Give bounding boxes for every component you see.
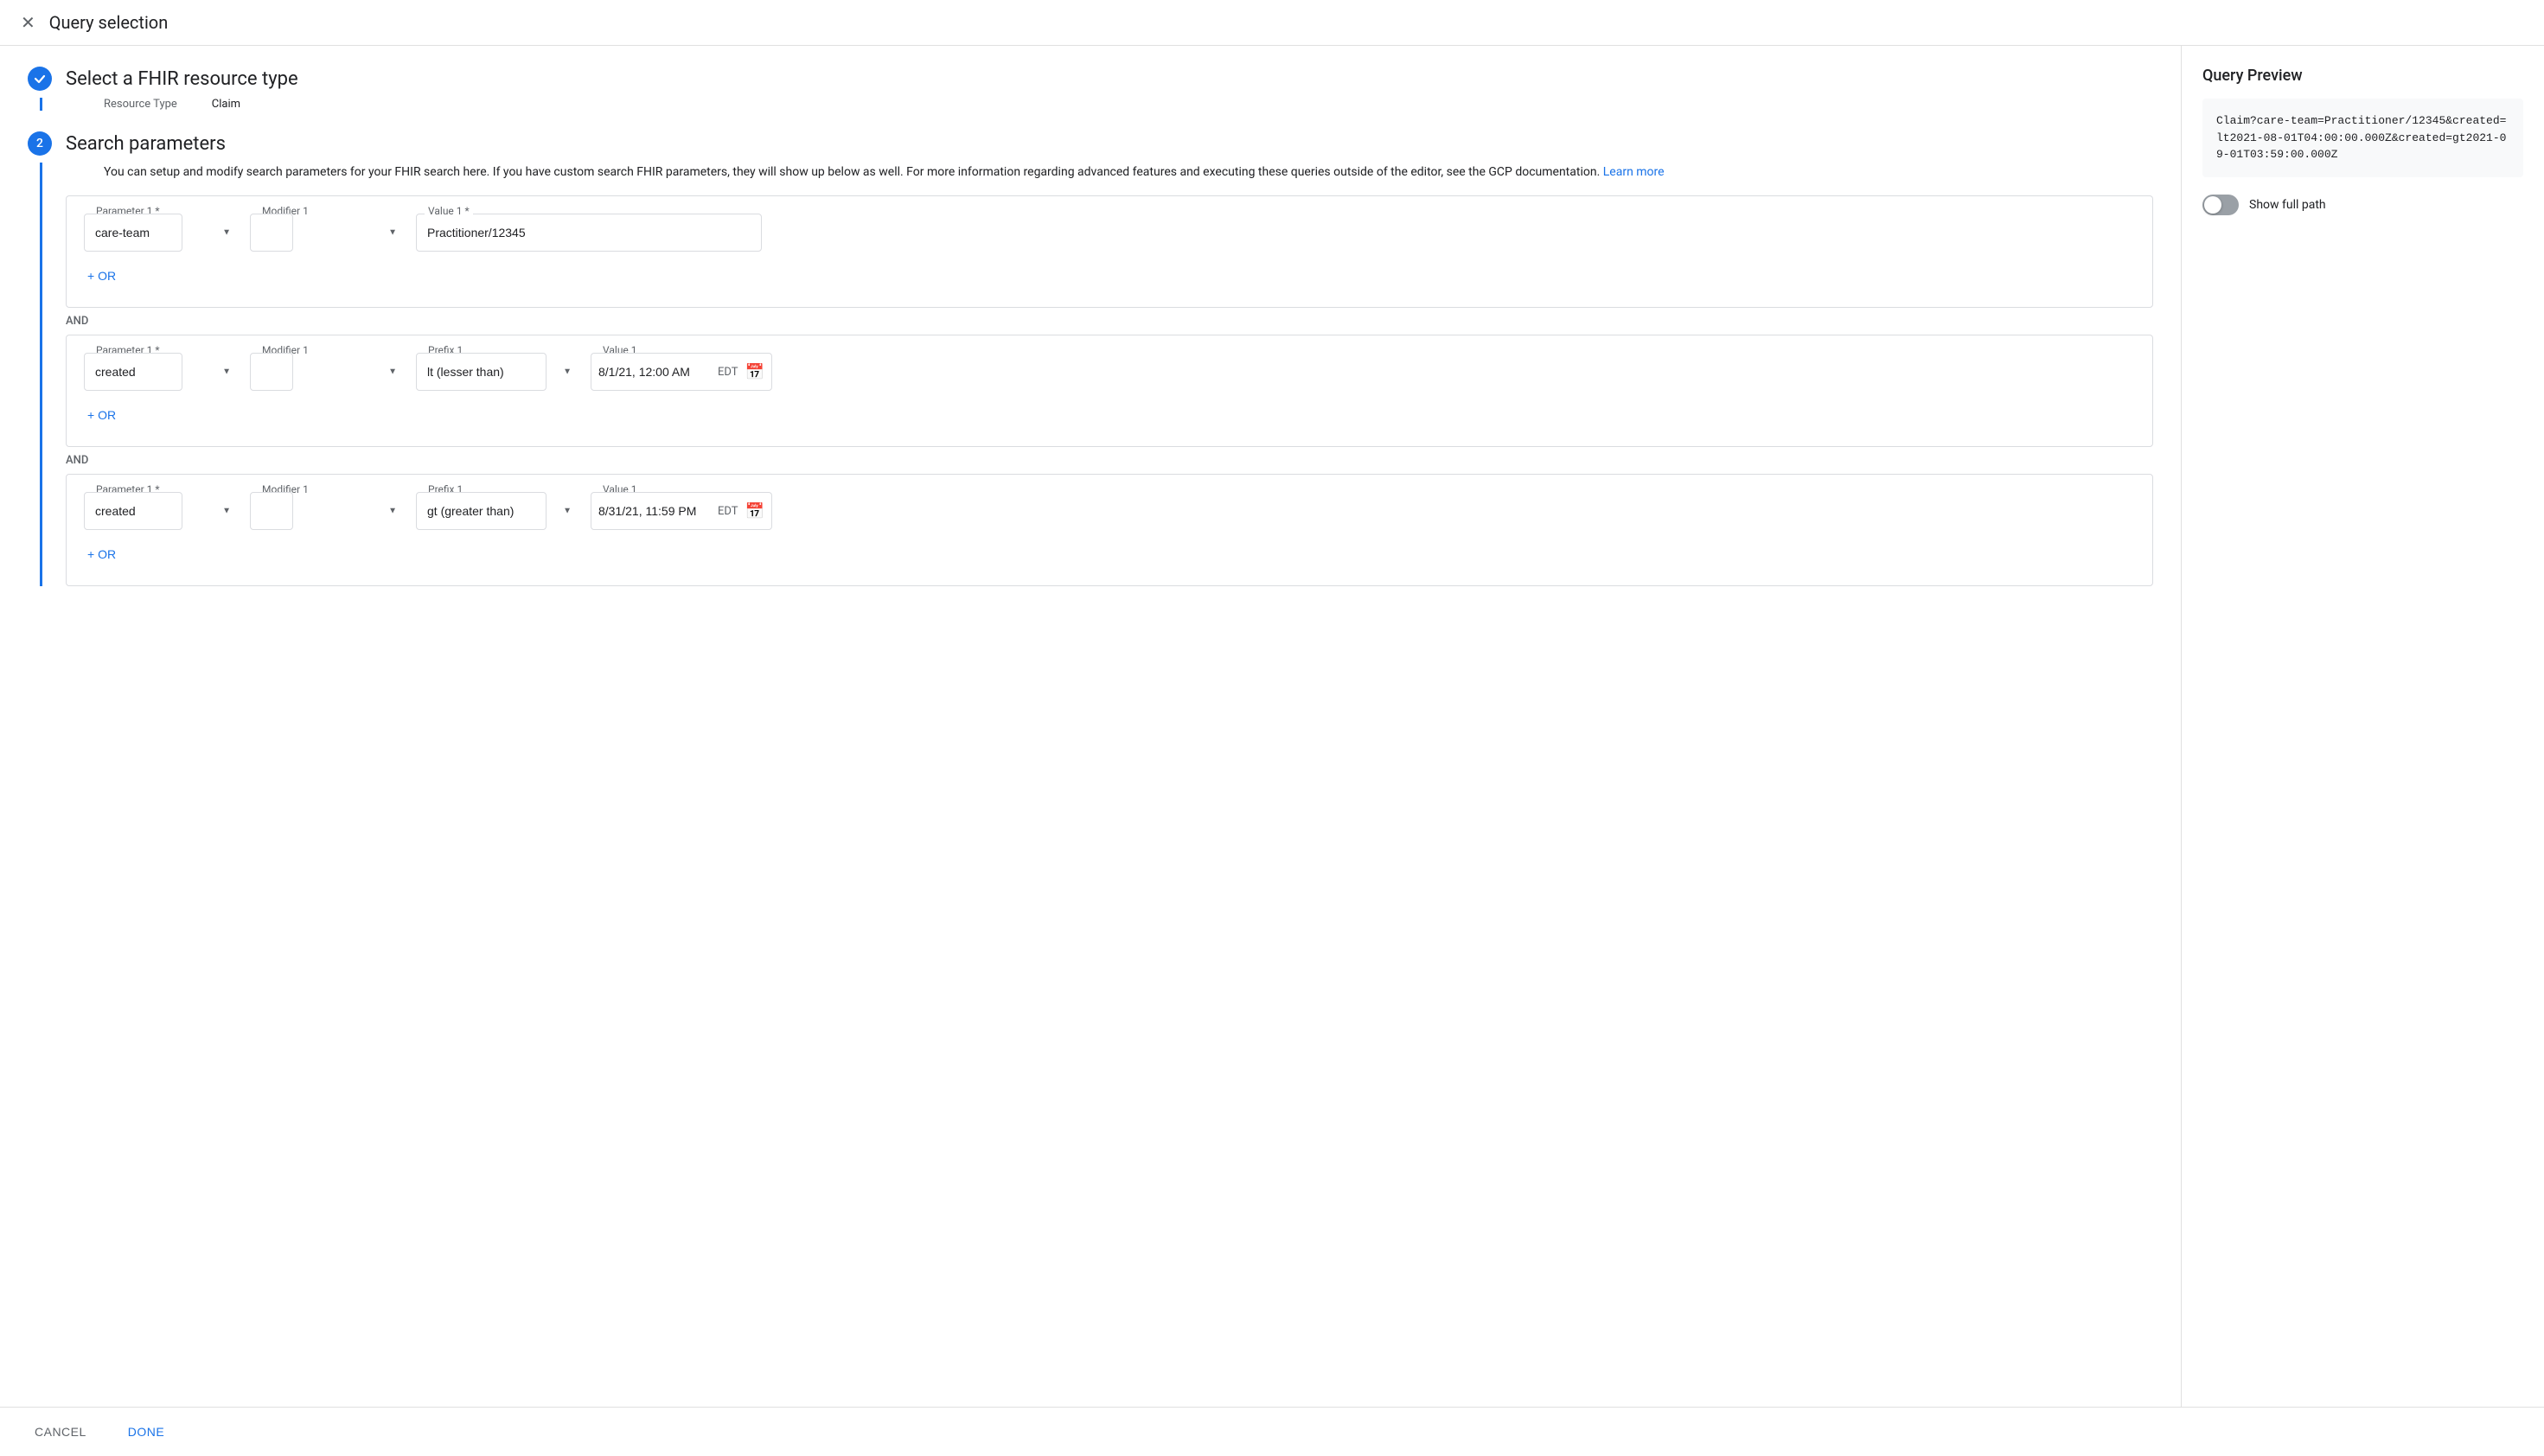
modifier-select-1[interactable]: [250, 214, 293, 252]
or-button-1-label: + OR: [87, 269, 116, 283]
resource-type-label: Resource Type: [104, 98, 177, 111]
left-panel: Select a FHIR resource type Resource Typ…: [0, 46, 2181, 1407]
or-button-2-label: + OR: [87, 408, 116, 422]
cancel-button[interactable]: CANCEL: [21, 1418, 100, 1446]
section-1-content: Resource Type Claim: [40, 98, 2153, 111]
query-preview-title: Query Preview: [2202, 67, 2523, 85]
modifier-field-1: Modifier 1: [250, 214, 406, 252]
section-2-title: Search parameters: [66, 133, 226, 155]
parameter-select-wrapper-3: care-team created: [84, 492, 240, 530]
parameter-select-wrapper-1: care-team created: [84, 214, 240, 252]
parameter-group-2: Parameter 1 * care-team created Modifier…: [66, 335, 2153, 447]
modifier-select-wrapper-2: [250, 353, 406, 391]
prefix-select-2[interactable]: lt (lesser than) gt (greater than): [416, 353, 547, 391]
learn-more-link[interactable]: Learn more: [1603, 165, 1665, 179]
done-button[interactable]: DONE: [114, 1418, 178, 1446]
value-date-field-2: Value 1 EDT 📅: [591, 353, 772, 391]
or-button-3[interactable]: + OR: [84, 540, 119, 568]
value-date-field-3: Value 1 EDT 📅: [591, 492, 772, 530]
value-label-1: Value 1 *: [425, 205, 473, 217]
modifier-field-3: Modifier 1: [250, 492, 406, 530]
toggle-knob: [2204, 196, 2221, 214]
parameter-select-3[interactable]: care-team created: [84, 492, 182, 530]
timezone-label-3: EDT: [718, 505, 738, 518]
value-date-wrapper-3[interactable]: EDT 📅: [591, 492, 772, 530]
calendar-icon-2[interactable]: 📅: [745, 363, 764, 381]
prefix-select-wrapper-2: lt (lesser than) gt (greater than): [416, 353, 580, 391]
parameter-field-3: Parameter 1 * care-team created: [84, 492, 240, 530]
or-button-3-label: + OR: [87, 547, 116, 561]
section-1-title: Select a FHIR resource type: [66, 68, 298, 90]
prefix-select-wrapper-3: lt (lesser than) gt (greater than): [416, 492, 580, 530]
value-field-1: Value 1 *: [416, 214, 762, 252]
step-1-check-icon: [28, 67, 52, 91]
section-2-content: You can setup and modify search paramete…: [40, 163, 2153, 586]
close-icon[interactable]: ✕: [21, 14, 35, 31]
section-2: 2 Search parameters You can setup and mo…: [28, 131, 2153, 586]
params-row-1: Parameter 1 * care-team created Modifier…: [84, 214, 2135, 252]
section-1: Select a FHIR resource type Resource Typ…: [28, 67, 2153, 111]
parameter-select-2[interactable]: care-team created: [84, 353, 182, 391]
main-content: Select a FHIR resource type Resource Typ…: [0, 46, 2544, 1407]
footer: CANCEL DONE: [0, 1407, 2544, 1456]
parameter-select-wrapper-2: care-team created: [84, 353, 240, 391]
params-row-2: Parameter 1 * care-team created Modifier…: [84, 353, 2135, 391]
modifier-field-2: Modifier 1: [250, 353, 406, 391]
value-date-input-3[interactable]: [598, 504, 711, 518]
value-date-input-2[interactable]: [598, 365, 711, 379]
right-panel: Query Preview Claim?care-team=Practition…: [2181, 46, 2544, 1407]
section-2-header: 2 Search parameters: [28, 131, 2153, 156]
prefix-field-2: Prefix 1 lt (lesser than) gt (greater th…: [416, 353, 580, 391]
value-input-1[interactable]: [416, 214, 762, 252]
dialog-title: Query selection: [49, 12, 169, 33]
resource-type-value: Claim: [212, 98, 240, 111]
timezone-label-2: EDT: [718, 366, 738, 379]
or-button-2[interactable]: + OR: [84, 401, 119, 429]
value-text-wrapper-1: [416, 214, 762, 252]
modifier-select-wrapper-1: [250, 214, 406, 252]
and-label-2: AND: [66, 454, 2153, 467]
parameter-group-1: Parameter 1 * care-team created Modifier…: [66, 195, 2153, 308]
value-date-wrapper-2[interactable]: EDT 📅: [591, 353, 772, 391]
parameter-select-1[interactable]: care-team created: [84, 214, 182, 252]
section-description: You can setup and modify search paramete…: [66, 163, 2153, 182]
prefix-field-3: Prefix 1 lt (lesser than) gt (greater th…: [416, 492, 580, 530]
prefix-select-3[interactable]: lt (lesser than) gt (greater than): [416, 492, 547, 530]
resource-type-row: Resource Type Claim: [66, 98, 2153, 111]
params-row-3: Parameter 1 * care-team created Modifier…: [84, 492, 2135, 530]
show-full-path-toggle[interactable]: [2202, 195, 2239, 215]
modifier-select-3[interactable]: [250, 492, 293, 530]
show-full-path-row: Show full path: [2202, 195, 2523, 215]
or-button-1[interactable]: + OR: [84, 262, 119, 290]
show-full-path-label: Show full path: [2249, 198, 2326, 212]
parameter-group-3: Parameter 1 * care-team created Modifier…: [66, 474, 2153, 586]
parameter-field-2: Parameter 1 * care-team created: [84, 353, 240, 391]
step-2-number-icon: 2: [28, 131, 52, 156]
parameter-field-1: Parameter 1 * care-team created: [84, 214, 240, 252]
query-preview-box: Claim?care-team=Practitioner/12345&creat…: [2202, 99, 2523, 177]
dialog-header: ✕ Query selection: [0, 0, 2544, 46]
and-label-1: AND: [66, 315, 2153, 328]
calendar-icon-3[interactable]: 📅: [745, 502, 764, 520]
modifier-select-wrapper-3: [250, 492, 406, 530]
section-1-header: Select a FHIR resource type: [28, 67, 2153, 91]
modifier-select-2[interactable]: [250, 353, 293, 391]
